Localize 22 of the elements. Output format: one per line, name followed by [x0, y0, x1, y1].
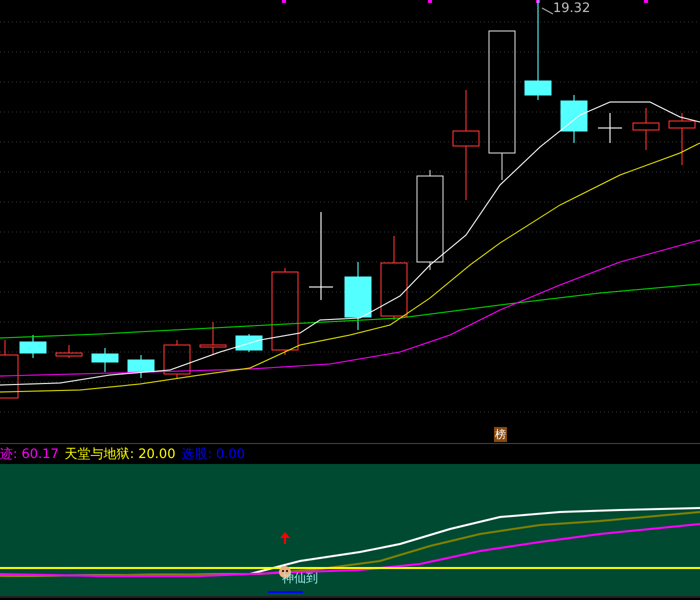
marker-icon — [428, 0, 432, 3]
candlestick — [164, 340, 190, 378]
candlestick — [128, 354, 154, 378]
signal-badge: 榜 — [494, 427, 507, 442]
up-arrow-icon — [280, 532, 290, 544]
indicator-value: 迹: 60.17 — [0, 446, 59, 463]
candlestick — [56, 344, 82, 358]
candlestick — [92, 348, 118, 372]
marker-icon — [282, 0, 286, 3]
candlestick — [344, 262, 372, 330]
candlestick — [632, 108, 660, 150]
indicator-value: 选股: 0.00 — [181, 446, 245, 463]
high-price-label: 19.32 — [553, 1, 590, 16]
candlestick — [668, 112, 696, 166]
candlestick — [236, 334, 262, 352]
leader-line — [542, 8, 554, 14]
candlestick — [200, 322, 226, 356]
marker-icon — [536, 0, 540, 3]
candlestick — [598, 112, 622, 144]
indicator-value: 天堂与地狱: 20.00 — [64, 446, 176, 463]
candlestick — [560, 94, 588, 144]
marker-icon — [644, 0, 648, 3]
